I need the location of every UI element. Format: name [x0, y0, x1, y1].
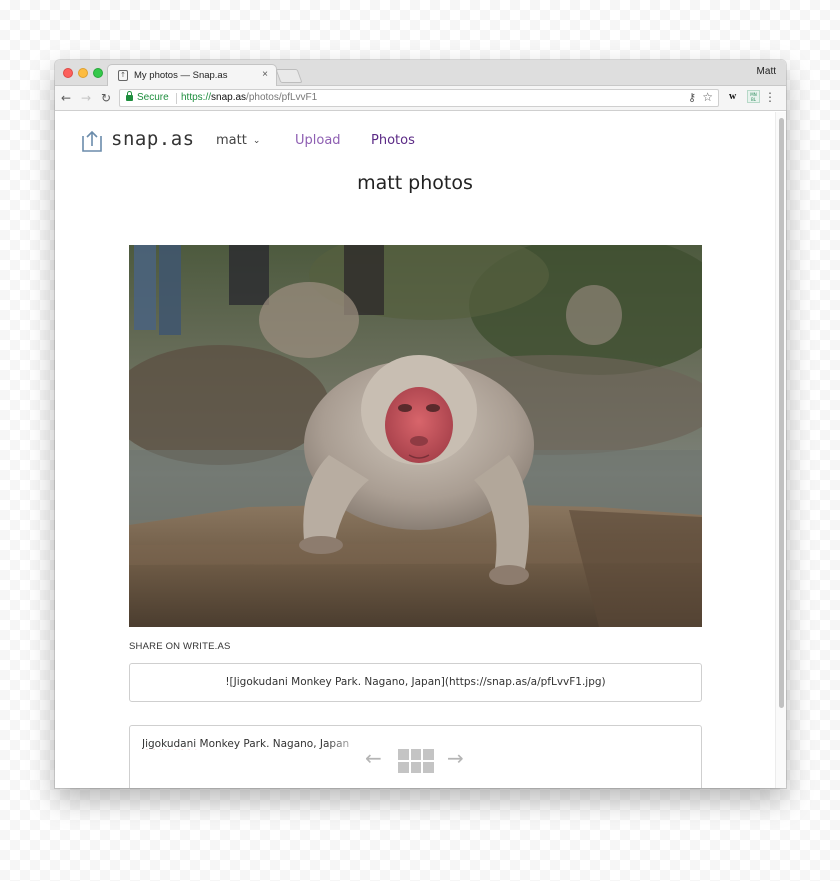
- address-bar[interactable]: Secure https://snap.as/photos/pfLvvF1 ⚷ …: [119, 89, 719, 107]
- caption-misspelled-word: Jigokudani: [142, 738, 197, 750]
- minimize-window-button[interactable]: [78, 68, 88, 78]
- user-menu-label: matt: [216, 133, 247, 148]
- browser-toolbar: ← → ↻ Secure https://snap.as/photos/pfLv…: [55, 86, 786, 111]
- url-text[interactable]: https://snap.as/photos/pfLvvF1: [181, 92, 317, 103]
- share-markdown-field[interactable]: ![Jigokudani Monkey Park. Nagano, Japan]…: [129, 663, 702, 702]
- omnibox-divider: [176, 93, 177, 104]
- upload-logo-icon[interactable]: [82, 129, 102, 152]
- back-arrow-icon[interactable]: ←: [61, 90, 71, 106]
- user-menu[interactable]: matt ⌄: [216, 133, 260, 148]
- extension-w-icon[interactable]: w: [729, 91, 736, 102]
- url-path: /photos/pfLvvF1: [246, 92, 318, 103]
- lock-icon: [126, 91, 133, 101]
- new-tab-button[interactable]: [275, 69, 303, 83]
- brand-name[interactable]: snap.as: [111, 128, 195, 150]
- url-host: snap.as: [211, 92, 247, 103]
- zoom-window-button[interactable]: [93, 68, 103, 78]
- profile-name[interactable]: Matt: [757, 66, 776, 77]
- scrollbar-thumb[interactable]: [779, 118, 784, 708]
- caption-text: Jigokudani Monkey Park. Nagano, Japan: [142, 738, 357, 750]
- close-icon[interactable]: ×: [262, 69, 268, 80]
- browser-window: ↑ My photos — Snap.as × Matt ← → ↻ Secur…: [55, 60, 786, 788]
- chevron-down-icon: ⌄: [252, 136, 261, 146]
- extension-badge-icon[interactable]: MN BL: [747, 90, 760, 103]
- url-scheme: https://: [181, 92, 212, 103]
- caption-field[interactable]: Jigokudani Monkey Park. Nagano, Japan ← …: [129, 725, 702, 788]
- reload-icon[interactable]: ↻: [101, 90, 111, 106]
- secure-label: Secure: [137, 92, 169, 103]
- page-title: matt photos: [357, 172, 473, 194]
- menu-icon[interactable]: ⋮: [764, 89, 776, 105]
- key-icon[interactable]: ⚷: [688, 91, 696, 104]
- close-window-button[interactable]: [63, 68, 73, 78]
- forward-arrow-icon[interactable]: →: [81, 90, 91, 106]
- nav-photos-link[interactable]: Photos: [371, 133, 415, 148]
- tab-title: My photos — Snap.as: [134, 70, 228, 81]
- favicon-icon: ↑: [118, 70, 128, 81]
- star-icon[interactable]: ☆: [702, 90, 713, 104]
- scrollbar[interactable]: [775, 112, 786, 788]
- share-label: SHARE ON WRITE.AS: [129, 641, 231, 652]
- tab-my-photos[interactable]: ↑ My photos — Snap.as ×: [107, 64, 277, 87]
- grid-view-icon[interactable]: [398, 749, 434, 773]
- caption-fade: [326, 734, 366, 756]
- next-arrow-icon[interactable]: →: [447, 748, 464, 768]
- prev-arrow-icon[interactable]: ←: [365, 748, 382, 768]
- page-content: snap.as matt ⌄ Upload Photos matt photos: [55, 112, 775, 788]
- monkey-photo[interactable]: [129, 245, 702, 627]
- tab-strip: ↑ My photos — Snap.as × Matt: [55, 60, 786, 87]
- nav-upload-link[interactable]: Upload: [295, 133, 341, 148]
